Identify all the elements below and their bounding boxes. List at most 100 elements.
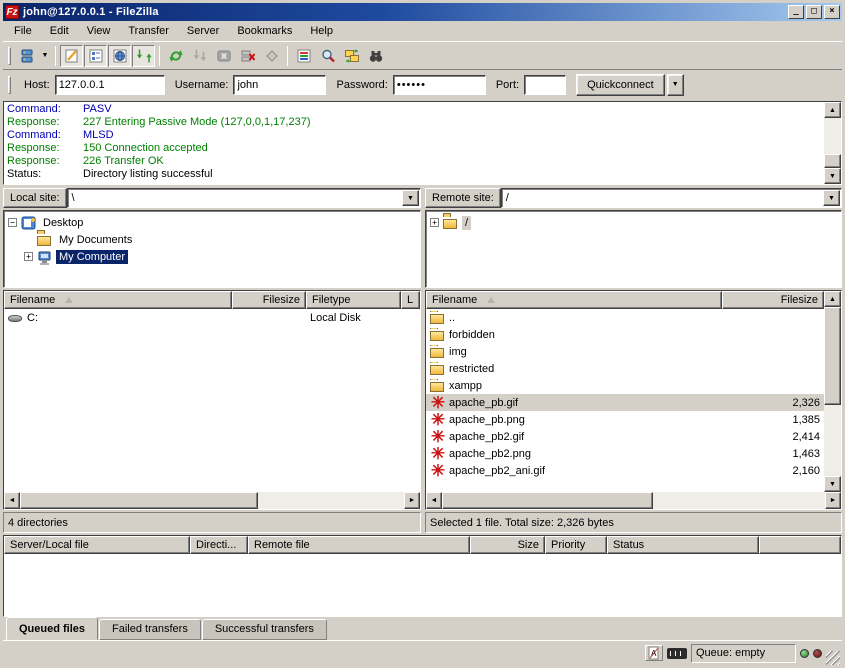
tree-item-root[interactable]: + / [430,214,841,231]
chevron-down-icon[interactable]: ▼ [402,190,419,206]
file-size: 2,326 [722,397,824,409]
menu-transfer[interactable]: Transfer [119,22,178,40]
scroll-down-icon[interactable]: ▼ [824,168,841,184]
synchronized-browsing-icon[interactable] [340,45,363,67]
file-size: 2,160 [722,465,824,477]
status-bar: A Queue: empty [3,640,842,665]
disconnect-icon[interactable] [236,45,259,67]
toggle-local-tree-icon[interactable] [84,45,107,67]
directory-listing-filters-icon[interactable] [292,45,315,67]
local-horizontal-scrollbar[interactable]: ◄ ► [4,492,420,509]
minimize-button[interactable]: _ [788,5,804,19]
file-name: apache_pb.gif [449,397,518,409]
resize-grip[interactable] [826,651,840,665]
scroll-left-icon[interactable]: ◄ [426,492,442,509]
scroll-thumb[interactable] [824,307,841,405]
column-filename[interactable]: Filename [4,291,232,309]
remote-site-combo[interactable]: / ▼ [501,188,842,208]
site-manager-dropdown-icon[interactable]: ▼ [39,45,51,67]
file-row[interactable]: forbidden [426,326,824,343]
file-row[interactable]: restricted [426,360,824,377]
column-server-local-file[interactable]: Server/Local file [4,536,190,554]
scroll-right-icon[interactable]: ► [404,492,420,509]
toggle-transfer-queue-icon[interactable] [132,45,155,67]
site-manager-icon[interactable] [15,45,38,67]
file-row[interactable]: img [426,343,824,360]
file-row-selected[interactable]: ✳apache_pb.gif2,326 [426,394,824,411]
chevron-down-icon[interactable]: ▼ [823,190,840,206]
tab-failed-transfers[interactable]: Failed transfers [99,619,201,640]
expand-icon[interactable]: + [430,218,439,227]
tree-item-my-computer[interactable]: + My Computer [24,248,420,265]
quickconnect-button[interactable]: Quickconnect [576,74,665,96]
menu-help[interactable]: Help [301,22,342,40]
column-last-modified[interactable]: L [401,291,420,309]
scroll-thumb[interactable] [824,154,841,168]
remote-vertical-scrollbar[interactable]: ▲ ▼ [824,291,841,492]
log-line: Command:PASV [7,103,824,116]
file-name: apache_pb2_ani.gif [449,465,545,477]
directory-comparison-icon[interactable] [364,45,387,67]
maximize-button[interactable]: □ [806,5,822,19]
scroll-up-icon[interactable]: ▲ [824,291,841,307]
toggle-message-log-icon[interactable] [60,45,83,67]
tree-item-desktop[interactable]: − Desktop [8,214,420,231]
scroll-up-icon[interactable]: ▲ [824,102,841,118]
column-priority[interactable]: Priority [545,536,607,554]
port-input[interactable] [524,75,566,95]
file-row[interactable]: .. [426,309,824,326]
column-size[interactable]: Size [470,536,545,554]
menu-edit[interactable]: Edit [41,22,78,40]
column-filename[interactable]: Filename [426,291,722,309]
menu-view[interactable]: View [78,22,120,40]
ascii-type-indicator-icon[interactable]: A [645,645,663,661]
username-input[interactable] [233,75,326,95]
password-input[interactable] [393,75,486,95]
expand-icon[interactable]: + [24,252,33,261]
remote-pane: Remote site: / ▼ + / Filename [425,187,842,533]
local-site-combo[interactable]: \ ▼ [67,188,421,208]
column-remote-file[interactable]: Remote file [248,536,470,554]
remote-horizontal-scrollbar[interactable]: ◄ ► [426,492,841,509]
cancel-operation-icon[interactable] [212,45,235,67]
log-vertical-scrollbar[interactable]: ▲ ▼ [824,102,841,184]
process-queue-icon[interactable] [188,45,211,67]
scroll-down-icon[interactable]: ▼ [824,476,841,492]
close-button[interactable]: × [824,5,840,19]
reconnect-icon[interactable] [260,45,283,67]
column-direction[interactable]: Directi... [190,536,248,554]
file-row[interactable]: ✳apache_pb.png1,385 [426,411,824,428]
scroll-thumb[interactable] [442,492,653,509]
toggle-remote-tree-icon[interactable] [108,45,131,67]
menu-file[interactable]: File [5,22,41,40]
tree-item-my-documents[interactable]: My Documents [24,231,420,248]
column-filetype[interactable]: Filetype [306,291,401,309]
computer-icon [37,250,53,264]
activity-led-send [813,649,822,658]
disk-drive-icon [8,311,24,325]
file-name: C: [27,312,38,324]
host-input[interactable] [55,75,165,95]
menu-bookmarks[interactable]: Bookmarks [228,22,301,40]
scroll-right-icon[interactable]: ► [825,492,841,509]
menu-server[interactable]: Server [178,22,228,40]
tab-queued-files[interactable]: Queued files [6,617,98,640]
file-row[interactable]: C: Local Disk [4,309,420,326]
file-row[interactable]: ✳apache_pb2.gif2,414 [426,428,824,445]
column-filesize[interactable]: Filesize [232,291,306,309]
file-row[interactable]: xampp [426,377,824,394]
file-row[interactable]: ✳apache_pb2_ani.gif2,160 [426,462,824,479]
file-row[interactable]: ✳apache_pb2.png1,463 [426,445,824,462]
column-filesize[interactable]: Filesize [722,291,824,309]
tab-successful-transfers[interactable]: Successful transfers [202,619,327,640]
file-search-icon[interactable] [316,45,339,67]
file-panes: Local site: \ ▼ − Desktop My Documents [3,187,842,533]
column-status[interactable]: Status [607,536,759,554]
speedlimit-indicator-icon[interactable] [667,648,687,659]
quickconnect-dropdown-icon[interactable]: ▼ [667,74,684,96]
collapse-icon[interactable]: − [8,218,17,227]
scroll-thumb[interactable] [20,492,258,509]
refresh-icon[interactable] [164,45,187,67]
scroll-left-icon[interactable]: ◄ [4,492,20,509]
sort-ascending-icon [487,297,495,303]
